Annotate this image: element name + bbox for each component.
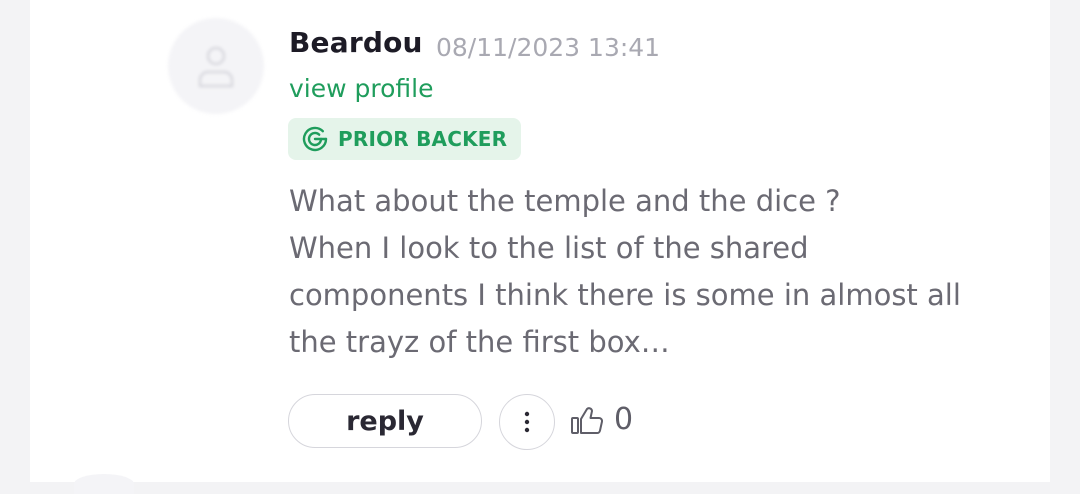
comment-line: components I think there is some in almo… — [289, 278, 961, 312]
comment-line: What about the temple and the dice ? — [289, 184, 841, 218]
user-avatar[interactable] — [168, 18, 264, 114]
more-options-button[interactable] — [499, 394, 555, 450]
badge-label: PRIOR BACKER — [338, 127, 508, 151]
comment-line: When I look to the list of the shared — [289, 231, 809, 265]
author-name[interactable]: Beardou — [289, 26, 423, 59]
like-button[interactable]: 0 — [570, 402, 633, 437]
comment-body: What about the temple and the dice ? Whe… — [289, 178, 1029, 366]
user-placeholder-icon — [198, 46, 234, 88]
prior-backer-badge: PRIOR BACKER — [288, 118, 522, 160]
next-comment-avatar — [74, 474, 134, 494]
gamefound-logo-icon — [302, 126, 328, 152]
comment-line: the trayz of the first box… — [289, 325, 670, 359]
thumbs-up-icon — [571, 406, 603, 434]
view-profile-link[interactable]: view profile — [289, 74, 433, 103]
comment-timestamp: 08/11/2023 13:41 — [436, 33, 661, 62]
like-count: 0 — [614, 402, 634, 437]
reply-button[interactable]: reply — [288, 394, 482, 448]
comment-card: Beardou 08/11/2023 13:41 view profile PR… — [30, 0, 1050, 494]
more-vertical-icon — [524, 411, 530, 433]
